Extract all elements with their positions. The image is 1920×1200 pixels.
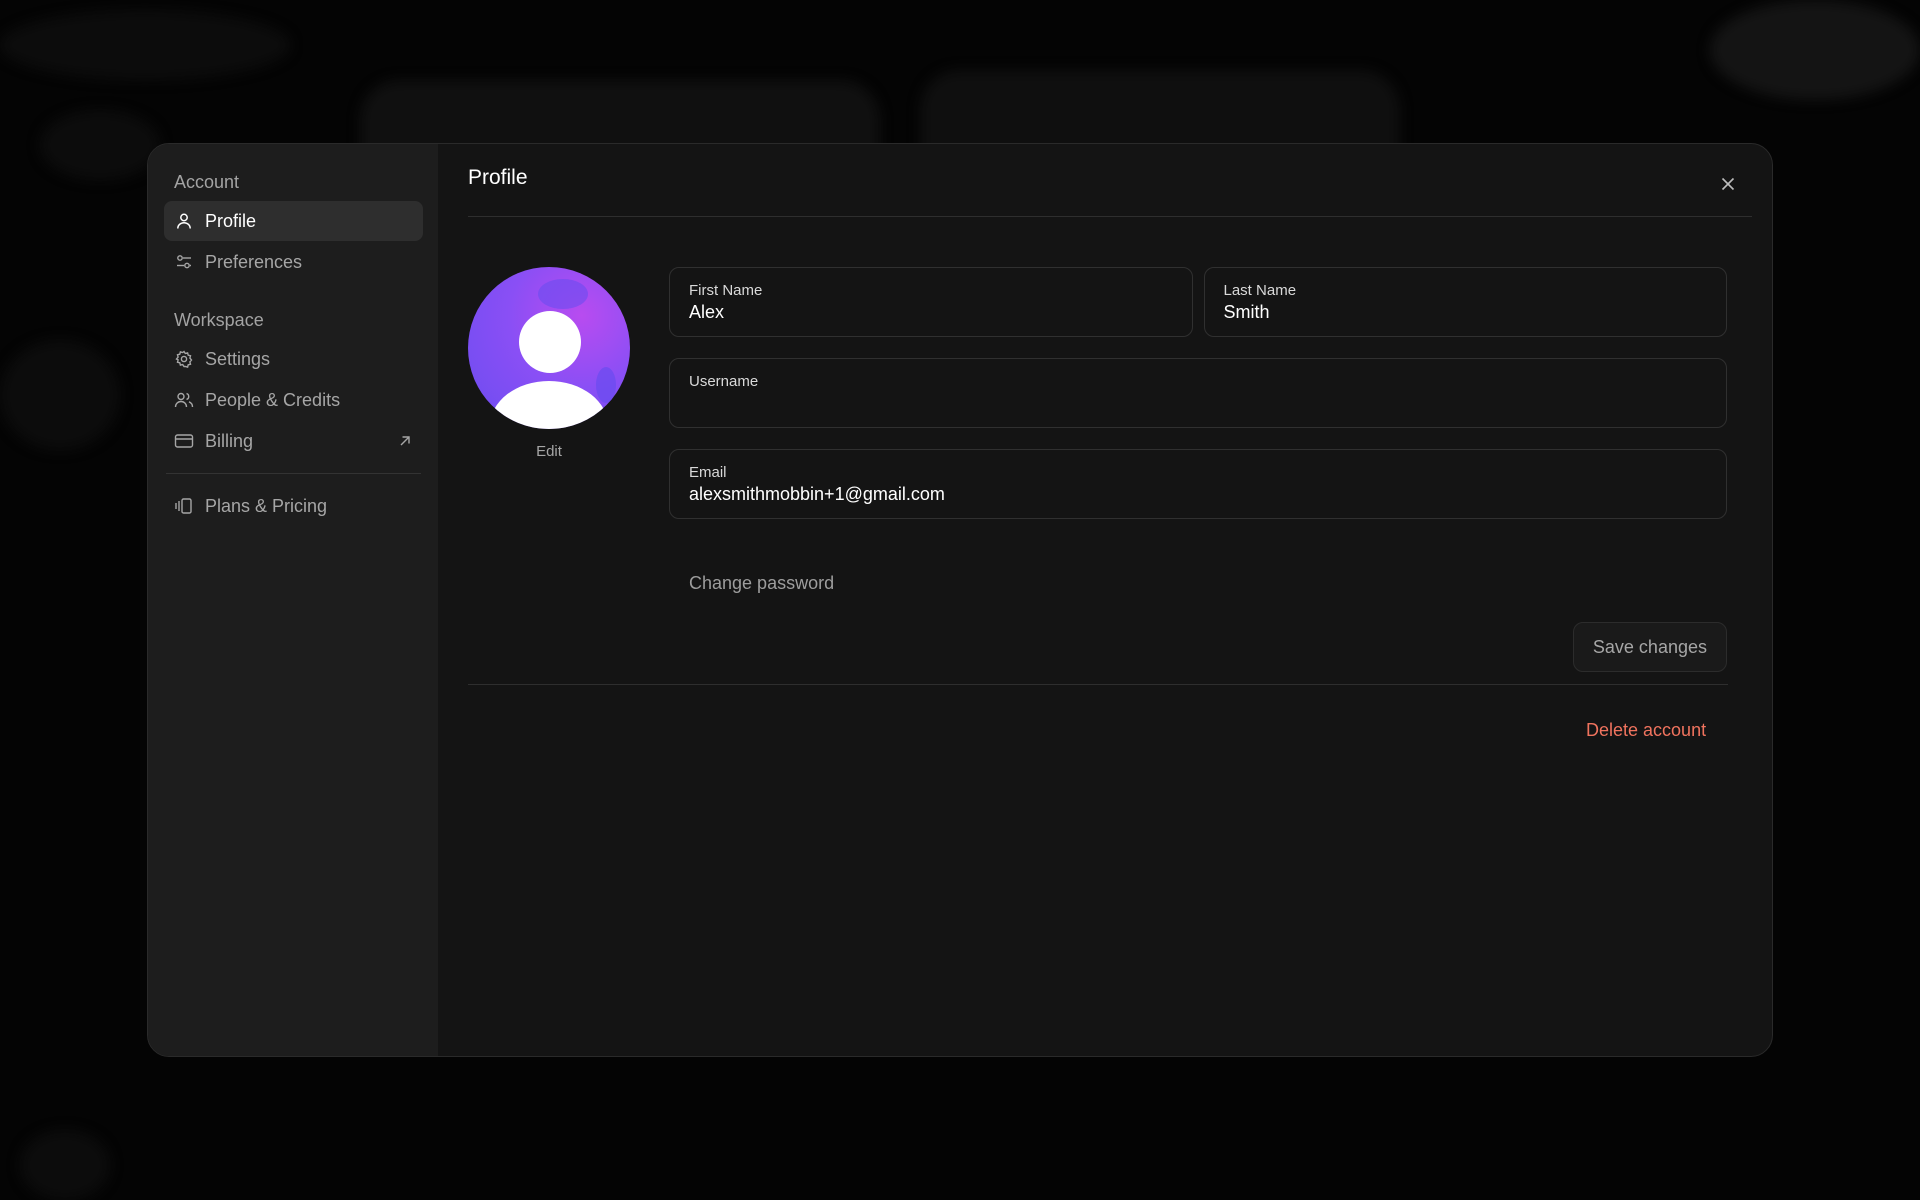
sidebar-item-people-credits[interactable]: People & Credits xyxy=(164,380,423,420)
sidebar-item-label: Preferences xyxy=(205,251,303,272)
sidebar-item-billing[interactable]: Billing xyxy=(164,421,423,461)
sidebar-item-plans-pricing[interactable]: Plans & Pricing xyxy=(164,486,423,526)
last-name-label: Last Name xyxy=(1223,282,1297,299)
sidebar-item-label: People & Credits xyxy=(205,389,341,410)
section-divider xyxy=(468,684,1728,685)
email-field[interactable]: Email xyxy=(669,449,1727,519)
cards-icon xyxy=(174,496,194,516)
sidebar-item-label: Profile xyxy=(205,210,257,231)
credit-card-icon xyxy=(174,431,194,451)
save-changes-button[interactable]: Save changes xyxy=(1572,622,1727,672)
settings-sidebar: Account Profile Preferences Workspace Se… xyxy=(148,144,438,1056)
sidebar-item-label: Settings xyxy=(205,348,271,369)
close-button[interactable] xyxy=(1716,172,1740,196)
avatar-body xyxy=(490,381,608,429)
first-name-label: First Name xyxy=(689,282,763,299)
profile-form: First Name Last Name Username Email xyxy=(669,267,1727,672)
delete-account-button[interactable]: Delete account xyxy=(1586,720,1706,741)
close-icon xyxy=(1721,177,1735,191)
avatar-decoration xyxy=(596,367,616,403)
page-title: Profile xyxy=(468,166,528,189)
panel-header: Profile xyxy=(468,144,1752,217)
email-label: Email xyxy=(689,464,727,481)
sidebar-item-profile[interactable]: Profile xyxy=(164,201,423,241)
external-link-icon xyxy=(397,433,413,449)
username-input[interactable] xyxy=(689,393,1707,414)
profile-settings-modal: Account Profile Preferences Workspace Se… xyxy=(147,143,1773,1057)
change-password-link[interactable]: Change password xyxy=(669,573,834,594)
avatar[interactable] xyxy=(468,267,630,429)
sidebar-item-preferences[interactable]: Preferences xyxy=(164,242,423,282)
sidebar-item-settings[interactable]: Settings xyxy=(164,339,423,379)
first-name-field[interactable]: First Name xyxy=(669,267,1193,337)
sidebar-item-label: Billing xyxy=(205,430,254,451)
sidebar-item-label: Plans & Pricing xyxy=(205,495,328,516)
sidebar-divider xyxy=(166,473,421,474)
user-icon xyxy=(174,211,194,231)
section-label-account: Account xyxy=(174,172,240,192)
email-input[interactable] xyxy=(689,484,1707,505)
gear-icon xyxy=(174,349,194,369)
avatar-decoration xyxy=(538,279,588,309)
last-name-field[interactable]: Last Name xyxy=(1203,267,1727,337)
first-name-input[interactable] xyxy=(689,302,1173,323)
username-field[interactable]: Username xyxy=(669,358,1727,428)
edit-avatar-link[interactable]: Edit xyxy=(468,443,630,460)
avatar-section: Edit xyxy=(468,267,630,460)
sliders-icon xyxy=(174,252,194,272)
last-name-input[interactable] xyxy=(1223,302,1707,323)
profile-main-panel: Profile Edit First Name Last Name xyxy=(438,144,1772,1056)
users-icon xyxy=(174,390,194,410)
username-label: Username xyxy=(689,373,759,390)
section-label-workspace: Workspace xyxy=(174,310,264,330)
avatar-head xyxy=(519,311,581,373)
